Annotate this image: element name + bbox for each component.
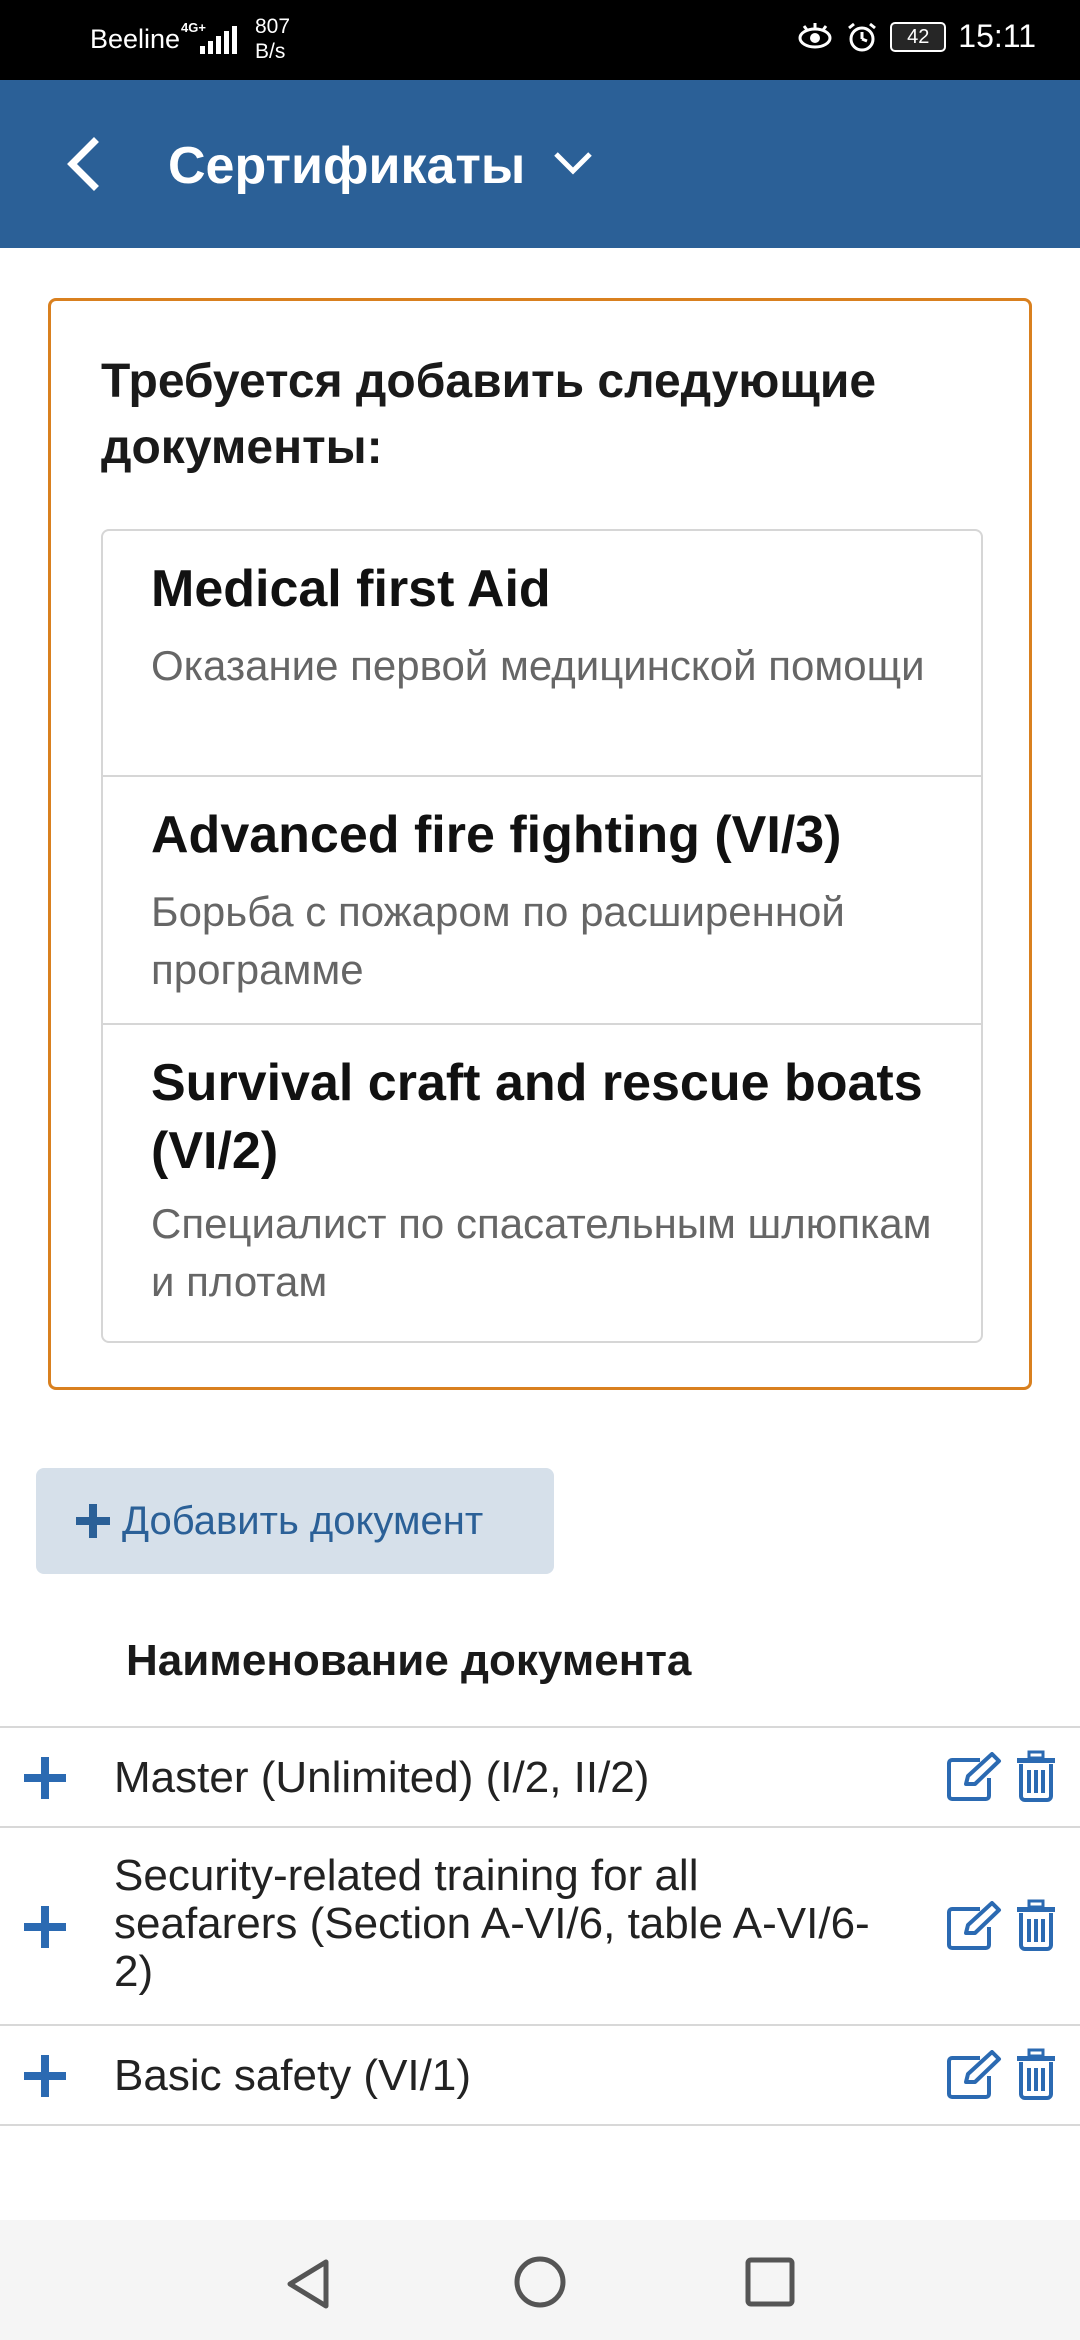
- required-document-title: Advanced fire fighting (VI/3): [151, 806, 842, 864]
- trash-icon[interactable]: [1014, 1750, 1058, 1802]
- arrow-left-icon[interactable]: [56, 132, 116, 196]
- plus-icon[interactable]: [22, 1904, 68, 1950]
- edit-icon[interactable]: [946, 2050, 1002, 2100]
- required-document-title: Survival craft and rescue boats (VI/2): [151, 1054, 923, 1180]
- add-document-label: Добавить документ: [122, 1498, 484, 1543]
- required-document-subtitle: Специалист по спасательным шлюпкам и пло…: [151, 1200, 932, 1305]
- network-speed: 807 B/s: [255, 14, 290, 64]
- required-document-item[interactable]: Survival craft and rescue boats (VI/2) С…: [103, 1025, 981, 1341]
- clock: 15:11: [958, 18, 1036, 54]
- required-document-subtitle: Борьба с пожаром по расширенной программ…: [151, 888, 845, 993]
- required-document-subtitle: Оказание первой медицинской помощи: [151, 642, 925, 689]
- triangle-back-icon[interactable]: [280, 2254, 340, 2314]
- eye-icon: [798, 22, 832, 48]
- battery-indicator: 42: [890, 21, 947, 52]
- required-documents-list: Medical first Aid Оказание первой медици…: [101, 529, 983, 1343]
- app-bar: Сертификаты: [0, 80, 1080, 248]
- square-recent-icon[interactable]: [742, 2254, 798, 2310]
- table-row[interactable]: Basic safety (VI/1): [0, 2026, 1080, 2126]
- document-name: Master (Unlimited) (I/2, II/2): [114, 1753, 650, 1802]
- required-document-item[interactable]: Medical first Aid Оказание первой медици…: [103, 531, 981, 777]
- chevron-down-icon[interactable]: [548, 144, 598, 184]
- trash-icon[interactable]: [1014, 1899, 1058, 1951]
- documents-table: Master (Unlimited) (I/2, II/2) Security-…: [0, 1726, 1080, 2126]
- page-title[interactable]: Сертификаты: [168, 136, 525, 196]
- required-documents-heading: Требуется добавить следующие документы:: [101, 355, 877, 474]
- signal-icon: [200, 26, 237, 54]
- edit-icon[interactable]: [946, 1901, 1002, 1951]
- required-document-title: Medical first Aid: [151, 560, 551, 618]
- system-nav-bar: [0, 2220, 1080, 2340]
- speed-value: 807: [255, 15, 291, 38]
- add-document-button[interactable]: Добавить документ: [36, 1468, 554, 1574]
- required-document-item[interactable]: Advanced fire fighting (VI/3) Борьба с п…: [103, 777, 981, 1025]
- edit-icon[interactable]: [946, 1752, 1002, 1802]
- plus-icon[interactable]: [22, 2053, 68, 2099]
- document-name: Basic safety (VI/1): [114, 2051, 472, 2100]
- plus-icon[interactable]: [22, 1755, 68, 1801]
- table-row[interactable]: Master (Unlimited) (I/2, II/2): [0, 1728, 1080, 1828]
- circle-home-icon[interactable]: [510, 2252, 570, 2312]
- alarm-icon: [848, 22, 877, 51]
- plus-icon: [76, 1504, 110, 1538]
- status-bar: Beeline 4G+ 807 B/s 42 15:11: [0, 0, 1080, 80]
- table-row[interactable]: Security-related training for all seafar…: [0, 1828, 1080, 2026]
- speed-unit: B/s: [255, 40, 286, 63]
- document-name: Security-related training for all seafar…: [114, 1851, 870, 1996]
- carrier-label: Beeline: [90, 24, 181, 54]
- documents-table-header: Наименование документа: [126, 1636, 692, 1685]
- required-documents-card: Требуется добавить следующие документы: …: [48, 298, 1032, 1390]
- trash-icon[interactable]: [1014, 2048, 1058, 2100]
- status-icons: 42 15:11: [796, 18, 1036, 55]
